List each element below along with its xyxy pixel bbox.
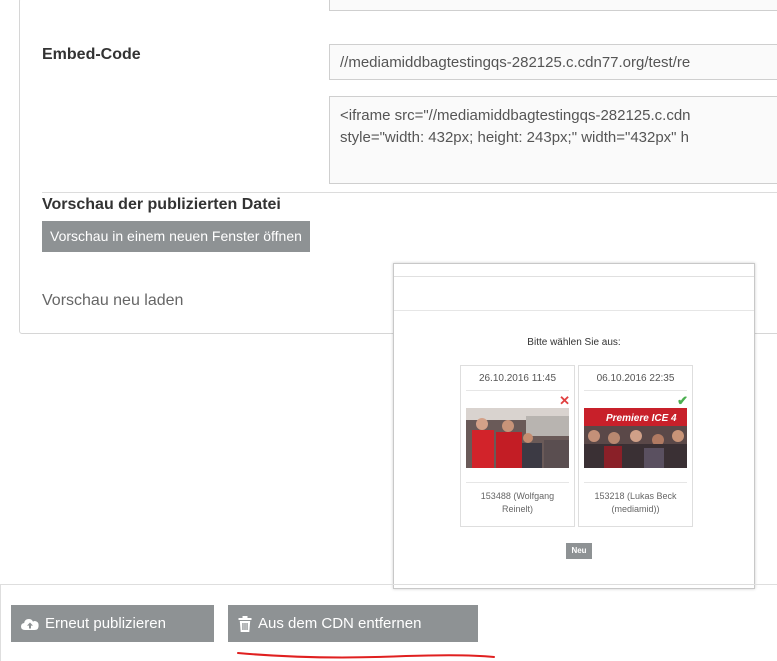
open-preview-button[interactable]: Vorschau in einem neuen Fenster öffnen [42, 221, 310, 252]
modal-divider [394, 310, 754, 311]
thumbnail-image: Premiere ICE 4 [584, 408, 687, 468]
remove-from-cdn-label: Aus dem CDN entfernen [258, 615, 422, 632]
embed-url-field[interactable]: //mediamiddbagtestingqs-282125.c.cdn77.o… [329, 44, 777, 80]
remove-from-cdn-button[interactable]: Aus dem CDN entfernen [228, 605, 478, 642]
embed-code-line: <iframe src="//mediamiddbagtestingqs-282… [340, 107, 691, 124]
card-divider [584, 390, 687, 391]
card-caption-line: (mediamid)) [611, 504, 660, 514]
section-divider [42, 192, 777, 193]
card-caption: 153488 (Wolfgang Reinelt) [461, 490, 574, 516]
footer-border [0, 584, 11, 661]
close-icon[interactable]: ✕ [559, 393, 570, 409]
version-card[interactable]: 26.10.2016 11:45 ✕ 153488 (Wolfgang Rein… [460, 365, 575, 527]
embed-code-line: style="width: 432px; height: 243px;" wid… [340, 129, 690, 146]
thumbnail-image [466, 408, 569, 468]
preview-title: Vorschau der publizierten Datei [42, 196, 281, 213]
card-date: 06.10.2016 22:35 [596, 373, 675, 384]
card-caption-line: 153218 (Lukas Beck [594, 491, 677, 501]
version-card[interactable]: 06.10.2016 22:35 ✔ Premiere ICE 4 153218… [578, 365, 693, 527]
republish-label: Erneut publizieren [45, 615, 166, 632]
new-button[interactable]: Neu [566, 543, 592, 559]
embed-code-textarea[interactable]: <iframe src="//mediamiddbagtestingqs-282… [329, 96, 777, 184]
card-caption-line: 153488 (Wolfgang [480, 491, 555, 501]
modal-prompt: Bitte wählen Sie aus: [527, 337, 621, 348]
photo-banner-text: Premiere ICE 4 [606, 413, 677, 424]
card-caption-line: Reinelt) [501, 504, 533, 514]
cloud-upload-icon [21, 617, 39, 631]
red-annotation-underline [237, 652, 495, 659]
footer-divider [0, 584, 777, 585]
republish-button[interactable]: Erneut publizieren [11, 605, 214, 642]
card-caption: 153218 (Lukas Beck (mediamid)) [579, 490, 692, 516]
trash-icon [238, 615, 252, 632]
upper-field[interactable] [329, 0, 777, 11]
card-divider [466, 482, 569, 483]
card-divider [466, 390, 569, 391]
check-icon[interactable]: ✔ [677, 393, 688, 409]
modal-header [394, 264, 754, 277]
reload-preview-link[interactable]: Vorschau neu laden [42, 292, 183, 310]
embed-code-label: Embed-Code [42, 46, 141, 63]
selection-modal: Bitte wählen Sie aus: 26.10.2016 11:45 ✕… [393, 263, 755, 589]
card-divider [584, 482, 687, 483]
card-date: 26.10.2016 11:45 [478, 373, 557, 384]
